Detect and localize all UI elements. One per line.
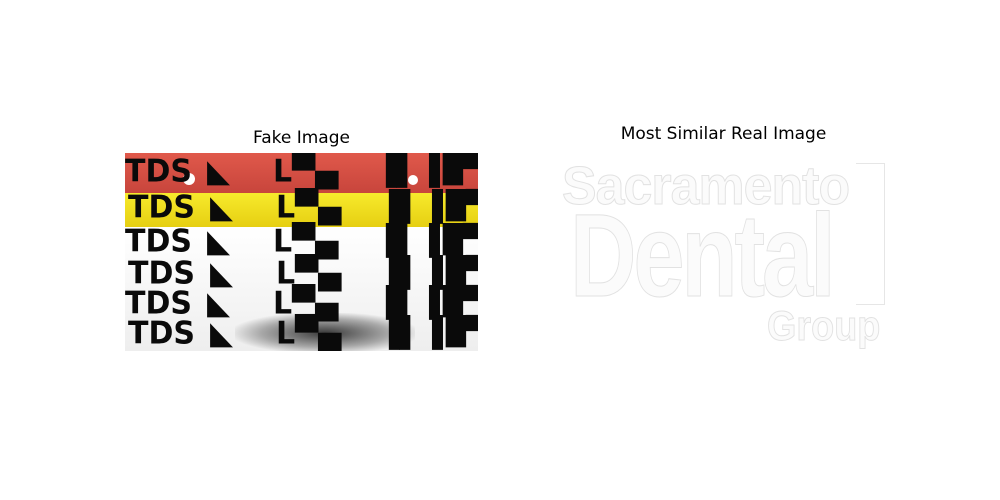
glitch-glyph: █▀	[443, 286, 478, 318]
glitch-glyph: ◣	[210, 315, 234, 351]
logo-frame-edge	[856, 163, 885, 305]
glitch-glyph: L▀▄	[273, 153, 339, 190]
left-panel-title: Fake Image	[253, 128, 350, 148]
glitch-glyph: TDS	[128, 315, 195, 351]
glitch-glyph: TDS	[128, 189, 195, 226]
glitch-glyph: █▀	[443, 154, 478, 186]
glitch-glyph: █▀	[446, 190, 478, 222]
glitch-glyph: TDS	[125, 153, 192, 190]
right-panel-title: Most Similar Real Image	[620, 124, 827, 144]
glitch-glyph: ▐▌▐	[375, 153, 440, 188]
logo-line-group: Group	[767, 302, 881, 349]
glitch-glyph: █▀	[446, 316, 478, 348]
glitch-glyph: L▀▄	[276, 189, 342, 226]
glitch-glyph: L▀▄	[273, 223, 339, 260]
glitch-glyph: ◣	[210, 189, 234, 226]
real-image: Sacramento Dental Group	[562, 157, 887, 349]
glitch-glyph: TDS	[125, 223, 192, 260]
glitch-glyph: ◣	[207, 153, 231, 190]
glitch-glyph: █▀	[446, 256, 478, 288]
glitch-glyph: ▐▌▐	[378, 189, 443, 224]
glitch-glyph: █▀	[443, 224, 478, 256]
glitch-glyph: L▀▄	[276, 315, 342, 351]
glitch-glyph: ▐▌▐	[375, 285, 440, 320]
glitch-glyph: ▐▌▐	[375, 223, 440, 258]
glitch-glyph: ▐▌▐	[378, 315, 443, 350]
logo-line-dental: Dental	[570, 190, 836, 322]
glitch-glyph: ▐▌▐	[378, 255, 443, 290]
glitch-glyph: ◣	[207, 223, 231, 260]
fake-image: TDS◣L▀▄▐▌▐█▀TDS◣L▀▄▐▌▐█▀TDS◣L▀▄▐▌▐█▀TDS◣…	[125, 153, 478, 351]
